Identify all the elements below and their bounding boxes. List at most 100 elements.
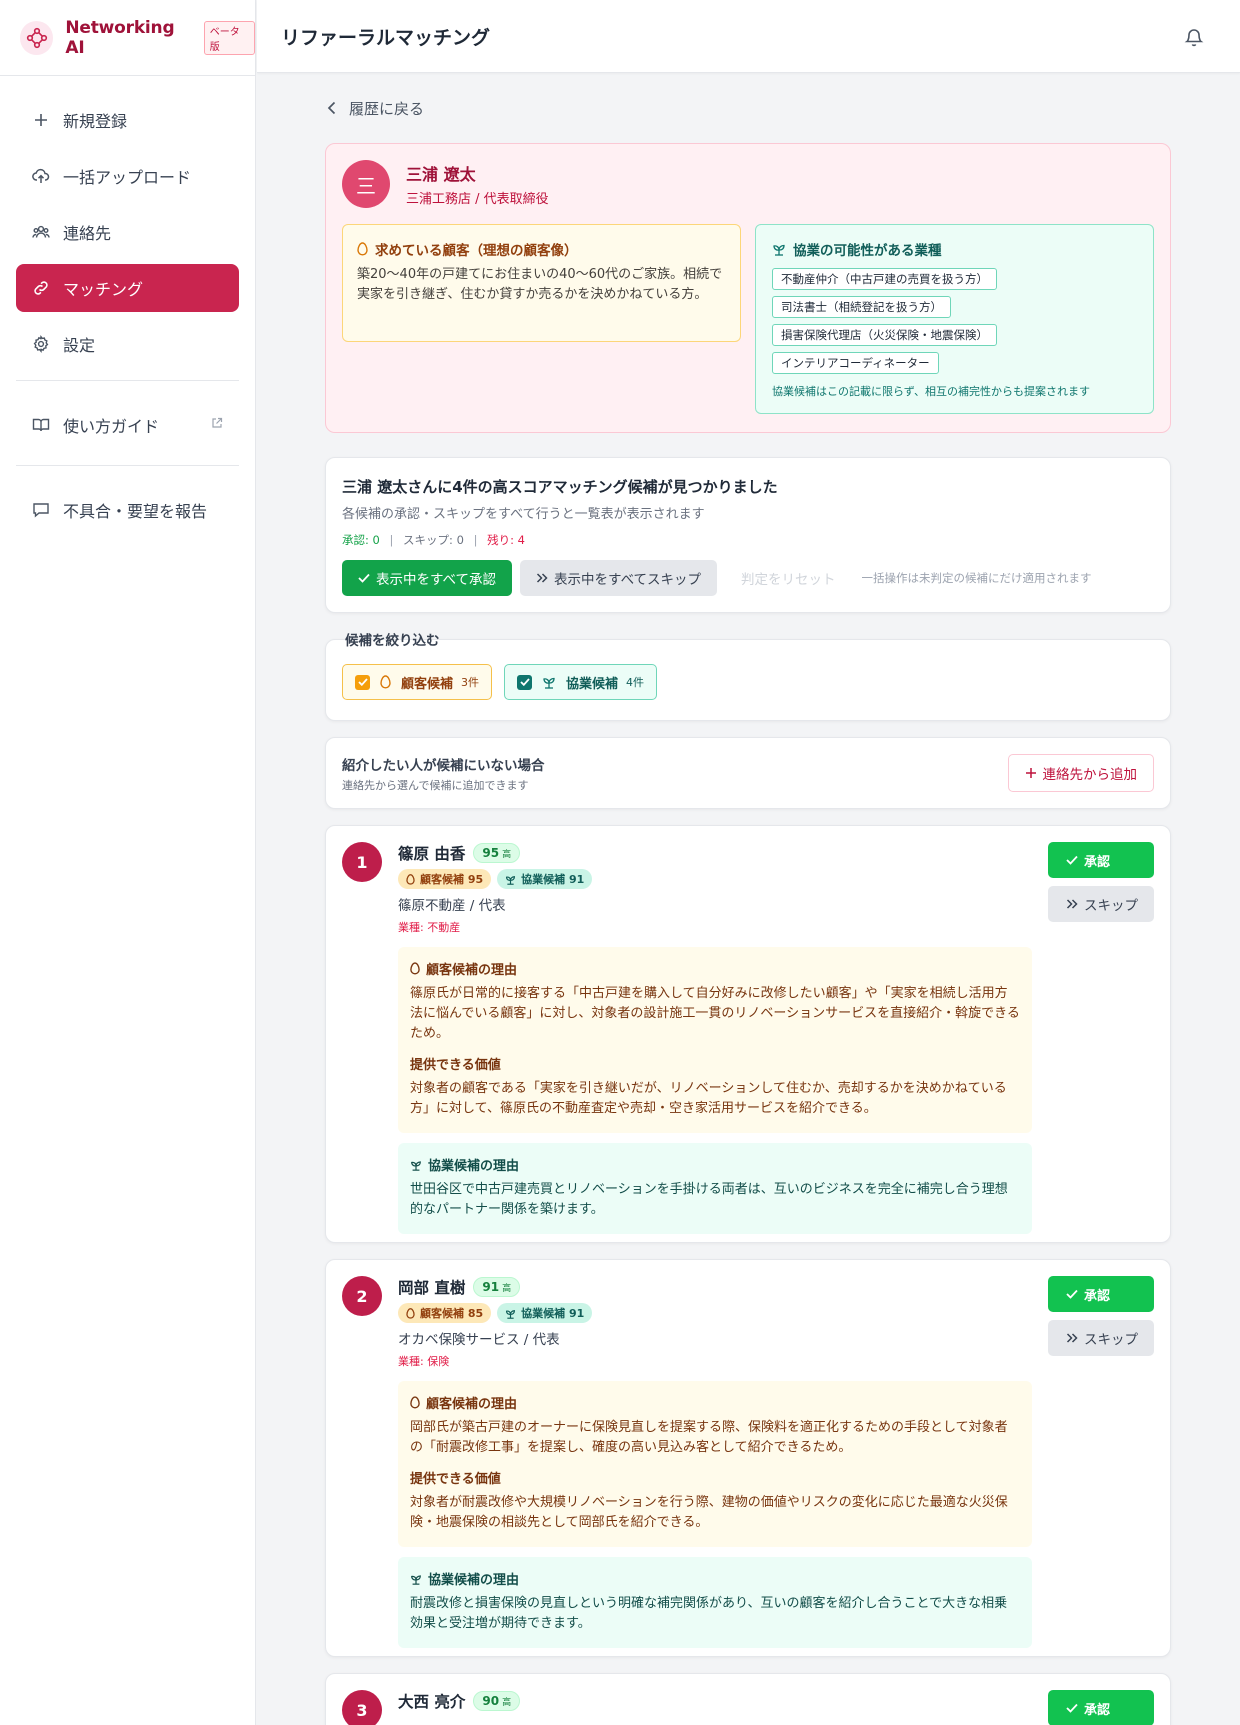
sidebar-item-bulk-upload[interactable]: 一括アップロード — [16, 152, 239, 200]
sidebar-item-guide[interactable]: 使い方ガイド — [16, 401, 239, 449]
filter-customer-toggle[interactable]: 顧客候補 3件 — [342, 664, 493, 700]
brand[interactable]: Networking AI ベータ版 — [0, 0, 255, 76]
add-from-contacts-label: 連絡先から追加 — [1042, 767, 1138, 783]
divider — [16, 380, 239, 381]
approve-label: 承認 — [1084, 1288, 1111, 1304]
cloud-upload-icon — [32, 167, 50, 185]
skip-label: スキップ — [1084, 1332, 1138, 1348]
sidebar-nav: 新規登録 一括アップロード 連絡先 マッチング 設定 使い方ガイド 不具合・要望… — [0, 76, 255, 534]
chevrons-right-icon — [1066, 899, 1078, 909]
chevron-left-icon — [327, 101, 337, 115]
approve-label: 承認 — [1084, 1702, 1111, 1718]
industry-tag: 損害保険代理店（火災保険・地震保険） — [771, 324, 997, 346]
sidebar-item-label: 一括アップロード — [63, 168, 192, 187]
candidate-card: 2 岡部 直樹 91 高 顧客候補 85 協業候補 91 オカベ保険サービス / … — [325, 1259, 1171, 1657]
collab-score-label: 協業候補 91 — [521, 873, 585, 886]
candidate-industry: 業種: 不動産 — [398, 921, 461, 934]
not-in-list-subtitle: 連絡先から選んで候補に追加できます — [342, 778, 529, 792]
collab-reason-box: 協業候補の理由 世田谷区で中古戸建売買とリノベーションを手掛ける両者は、互いのビ… — [398, 1143, 1032, 1234]
skip-button[interactable]: スキップ — [1048, 886, 1154, 922]
checkbox-checked[interactable] — [517, 674, 533, 690]
score-badge: 91 高 — [473, 1277, 521, 1297]
customer-reason-text: 篠原氏が日常的に接客する「中古戸建を購入して自分好みに改修したい顧客」や「実家を… — [410, 986, 1020, 1041]
beta-badge: ベータ版 — [203, 20, 255, 55]
score-value: 90 — [482, 1694, 500, 1708]
approve-button[interactable]: 承認 — [1048, 1690, 1154, 1725]
page-title: リファーラルマッチング — [281, 26, 491, 49]
skip-all-button[interactable]: 表示中をすべてスキップ — [520, 560, 718, 596]
checkbox-checked[interactable] — [355, 674, 370, 690]
add-from-contacts-button[interactable]: 連絡先から追加 — [1007, 754, 1154, 792]
score-badge: 95 高 — [473, 843, 521, 863]
plus-icon — [1025, 767, 1037, 779]
sidebar-item-settings[interactable]: 設定 — [16, 320, 239, 368]
collab-industries-box: 協業の可能性がある業種 不動産仲介（中古戸建の売買を扱う方） 司法書士（相続登記… — [754, 224, 1154, 414]
summary-title: 三浦 遼太さんに4件の高スコアマッチング候補が見つかりました — [342, 478, 778, 496]
app-name: Networking AI — [65, 17, 175, 58]
bulk-note: 一括操作は未判定の候補にだけ適用されます — [861, 571, 1092, 585]
customer-score-badge: 顧客候補 95 — [398, 869, 492, 889]
candidate-industry: 業種: 保険 — [398, 1355, 450, 1368]
approve-button[interactable]: 承認 — [1048, 842, 1154, 878]
industry-tag: 司法書士（相続登記を扱う方） — [771, 296, 951, 318]
sidebar-item-register[interactable]: 新規登録 — [16, 96, 239, 144]
book-icon — [32, 416, 50, 434]
profile-name: 三浦 遼太 — [406, 165, 476, 184]
filter-collab-count: 4件 — [626, 676, 645, 689]
candidate-card: 1 篠原 由香 95 高 顧客候補 95 協業候補 91 篠原不動産 / 代表 業… — [325, 825, 1171, 1243]
skip-button[interactable]: スキップ — [1048, 1320, 1154, 1356]
filter-collab-toggle[interactable]: 協業候補 4件 — [504, 664, 658, 700]
approved-count: 承認: 0 — [342, 533, 380, 547]
target-profile-card: 三 三浦 遼太 三浦工務店 / 代表取締役 求めている顧客（理想の顧客像） 築2… — [325, 143, 1171, 433]
reset-decisions-button[interactable]: 判定をリセット — [741, 568, 836, 588]
collab-reason-title: 協業候補の理由 — [428, 1159, 520, 1174]
chat-icon — [32, 501, 50, 519]
approve-all-button[interactable]: 表示中をすべて承認 — [342, 560, 513, 596]
customer-reason-text: 岡部氏が築古戸建のオーナーに保険見直しを提案する際、保険料を適正化するための手段… — [410, 1420, 1008, 1455]
score-level: 高 — [502, 850, 512, 860]
bell-icon[interactable] — [1184, 26, 1204, 48]
egg-icon — [406, 1307, 415, 1319]
sprout-icon — [772, 242, 786, 256]
customer-reason-title: 顧客候補の理由 — [426, 1397, 518, 1412]
candidate-name: 篠原 由香 — [398, 845, 466, 863]
network-logo-icon — [20, 20, 54, 55]
sidebar-item-matching[interactable]: マッチング — [16, 264, 239, 312]
collab-score-label: 協業候補 91 — [521, 1307, 585, 1320]
chevrons-right-icon — [536, 573, 548, 583]
collab-reason-title: 協業候補の理由 — [428, 1573, 520, 1588]
rank-badge: 2 — [342, 1276, 382, 1316]
collab-reason-text: 耐震改修と損害保険の見直しという明確な補完関係があり、互いの顧客を紹介し合うこと… — [410, 1596, 1008, 1631]
value-text: 対象者が耐震改修や大規模リノベーションを行う際、建物の価値やリスクの変化に応じた… — [410, 1495, 1008, 1530]
score-level: 高 — [502, 1698, 512, 1708]
egg-icon — [380, 675, 391, 689]
sidebar: Networking AI ベータ版 新規登録 一括アップロード 連絡先 マッチ… — [0, 0, 256, 1725]
sidebar-item-label: 新規登録 — [63, 112, 128, 131]
sidebar-item-report[interactable]: 不具合・要望を報告 — [16, 486, 239, 534]
chevrons-right-icon — [1066, 1333, 1078, 1343]
approve-button[interactable]: 承認 — [1048, 1276, 1154, 1312]
filter-customer-count: 3件 — [461, 676, 480, 689]
customer-reason-title: 顧客候補の理由 — [426, 963, 518, 978]
decision-counts: 承認: 0 | スキップ: 0 | 残り: 4 — [342, 533, 525, 547]
not-in-list-title: 紹介したい人が候補にいない場合 — [342, 757, 545, 774]
egg-icon — [357, 242, 368, 256]
collab-reason-box: 協業候補の理由 耐震改修と損害保険の見直しという明確な補完関係があり、互いの顧客… — [398, 1557, 1032, 1648]
rank-badge: 3 — [342, 1690, 382, 1725]
external-link-icon — [211, 417, 223, 429]
sprout-icon — [542, 675, 556, 689]
candidate-company: オカベ保険サービス / 代表 — [398, 1332, 560, 1348]
collab-industries-title: 協業の可能性がある業種 — [792, 243, 942, 259]
sidebar-item-label: 連絡先 — [63, 224, 112, 243]
egg-icon — [410, 962, 420, 975]
sprout-icon — [410, 1159, 422, 1171]
sidebar-item-label: 設定 — [63, 336, 96, 355]
sidebar-item-contacts[interactable]: 連絡先 — [16, 208, 239, 256]
check-icon — [1066, 1703, 1078, 1713]
industry-tag: インテリアコーディネーター — [771, 352, 939, 374]
back-link[interactable]: 履歴に戻る — [325, 73, 1171, 143]
customer-score-badge: 顧客候補 85 — [398, 1303, 492, 1323]
sidebar-item-label: 不具合・要望を報告 — [63, 502, 208, 521]
sidebar-item-label: 使い方ガイド — [63, 417, 160, 436]
check-icon — [358, 573, 370, 583]
